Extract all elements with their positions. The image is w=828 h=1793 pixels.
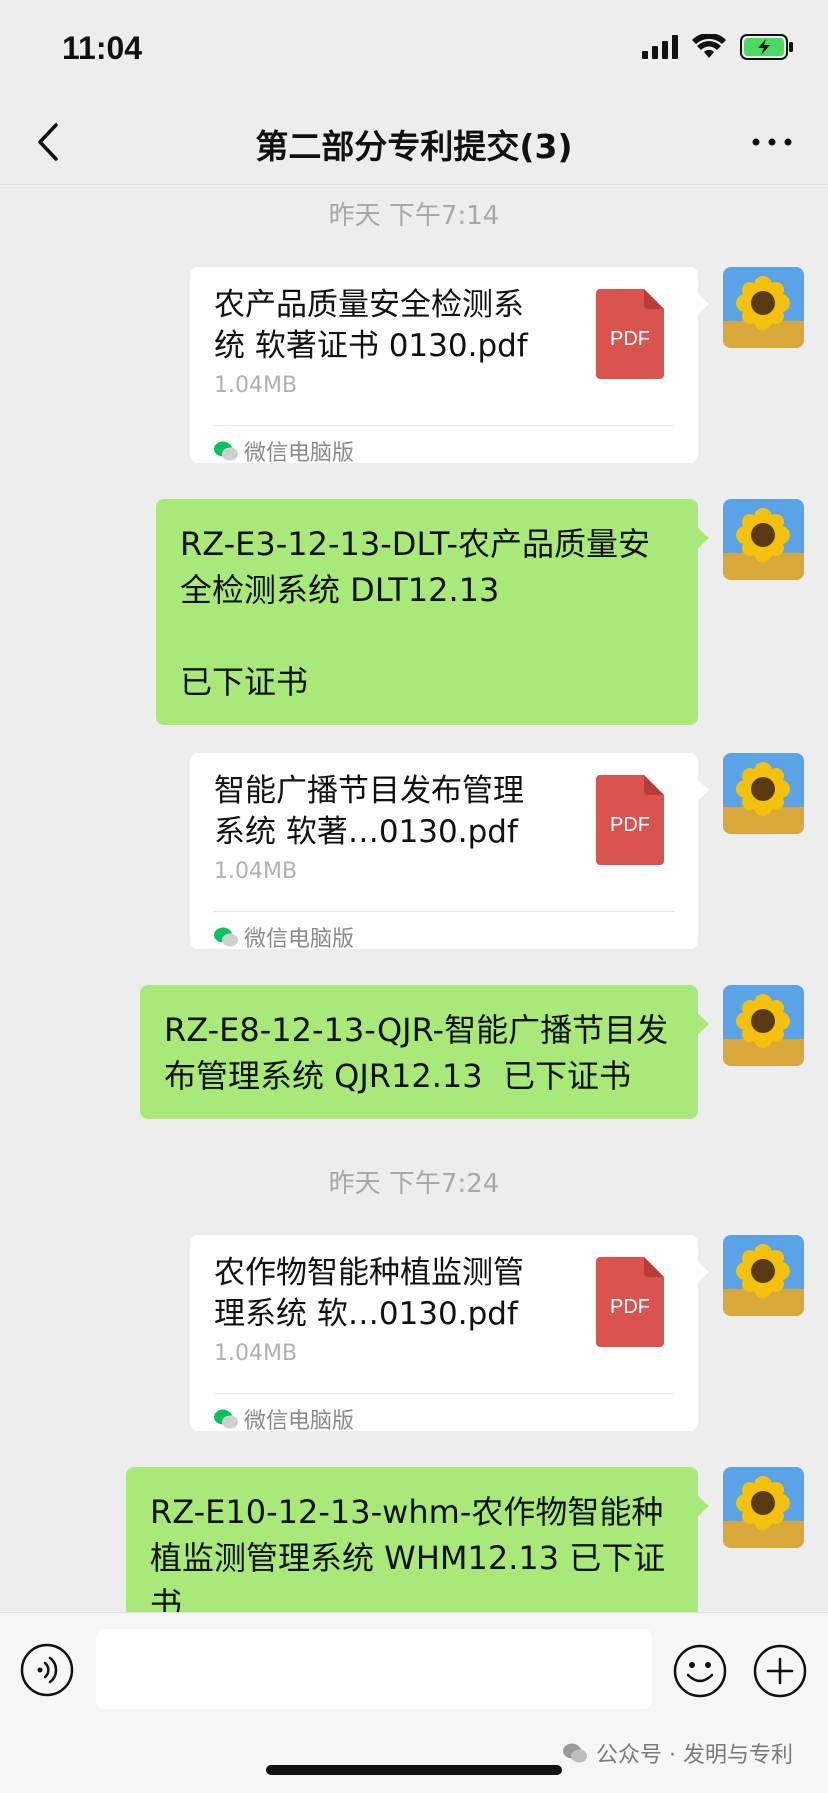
wechat-icon (214, 927, 238, 947)
svg-text:PDF: PDF (610, 328, 650, 350)
file-size: 1.04MB (214, 373, 298, 398)
chat-area[interactable]: 昨天 下午7:14 农产品质量安全检测系统 软著证书 0130.pdf 1.04… (0, 185, 828, 1612)
file-message[interactable]: 智能广播节目发布管理系统 软著…0130.pdf 1.04MB PDF 微信电脑… (190, 753, 709, 952)
file-message[interactable]: 农产品质量安全检测系统 软著证书 0130.pdf 1.04MB PDF 微信电… (190, 267, 709, 466)
avatar[interactable] (723, 499, 804, 580)
avatar[interactable] (723, 753, 804, 834)
more-icon (752, 138, 792, 146)
sunflower-avatar (723, 267, 804, 348)
divider (214, 1393, 674, 1394)
wifi-icon (692, 34, 726, 58)
file-source-label: 微信电脑版 (244, 927, 355, 952)
watermark: 公众号 · 发明与专利 (562, 1737, 793, 1769)
status-icons (642, 34, 794, 60)
wechat-icon (214, 441, 238, 461)
signal-icon (642, 35, 678, 59)
text-message[interactable]: RZ-E8-12-13-QJR-智能广播节目发布管理系统 QJR12.13 已下… (140, 985, 709, 1119)
sunflower-avatar (723, 753, 804, 834)
pdf-icon: PDF (596, 1257, 664, 1347)
avatar[interactable] (723, 1235, 804, 1316)
file-name: 农产品质量安全检测系统 软著证书 0130.pdf (214, 287, 528, 364)
sunflower-avatar (723, 499, 804, 580)
timestamp: 昨天 下午7:14 (328, 201, 500, 231)
wechat-icon (563, 1743, 587, 1763)
sunflower-avatar (723, 985, 804, 1066)
divider (214, 425, 674, 426)
emoji-button[interactable] (672, 1643, 728, 1699)
file-source: 微信电脑版 (214, 919, 354, 955)
status-time: 11:04 (62, 30, 143, 66)
file-name: 农作物智能种植监测管理系统 软…0130.pdf (214, 1255, 524, 1332)
file-message[interactable]: 农作物智能种植监测管理系统 软…0130.pdf 1.04MB PDF 微信电脑… (190, 1235, 709, 1434)
voice-icon (20, 1643, 74, 1697)
pdf-icon: PDF (596, 775, 664, 865)
plus-icon (753, 1644, 807, 1698)
svg-text:PDF: PDF (610, 814, 650, 836)
sunflower-avatar (723, 1467, 804, 1548)
status-bar: 11:04 (0, 0, 828, 100)
file-size: 1.04MB (214, 1341, 298, 1366)
text-message[interactable]: RZ-E10-12-13-whm-农作物智能种植监测管理系统 WHM12.13 … (126, 1467, 709, 1612)
voice-button[interactable] (20, 1643, 74, 1697)
file-source: 微信电脑版 (214, 1401, 354, 1437)
avatar[interactable] (723, 267, 804, 348)
file-source-label: 微信电脑版 (244, 441, 355, 466)
wechat-icon (214, 1409, 238, 1429)
more-button[interactable] (746, 122, 798, 162)
text-message[interactable]: RZ-E3-12-13-DLT-农产品质量安全检测系统 DLT12.13 已下证… (156, 499, 709, 725)
plus-button[interactable] (752, 1643, 808, 1699)
sunflower-avatar (723, 1235, 804, 1316)
file-size: 1.04MB (214, 859, 298, 884)
pdf-icon: PDF (596, 289, 664, 379)
avatar[interactable] (723, 985, 804, 1066)
file-source: 微信电脑版 (214, 433, 354, 469)
emoji-icon (673, 1644, 727, 1698)
file-name: 智能广播节目发布管理系统 软著…0130.pdf (214, 773, 524, 850)
timestamp: 昨天 下午7:24 (328, 1169, 500, 1199)
file-source-label: 微信电脑版 (244, 1409, 355, 1434)
nav-bar: 第二部分专利提交(3) (0, 100, 828, 185)
avatar[interactable] (723, 1467, 804, 1548)
watermark-text: 公众号 · 发明与专利 (596, 1743, 793, 1768)
battery-icon (740, 34, 793, 60)
message-input[interactable] (96, 1629, 652, 1709)
home-indicator (266, 1765, 562, 1775)
chat-title: 第二部分专利提交(3) (255, 127, 573, 166)
svg-text:PDF: PDF (610, 1296, 650, 1318)
divider (214, 911, 674, 912)
